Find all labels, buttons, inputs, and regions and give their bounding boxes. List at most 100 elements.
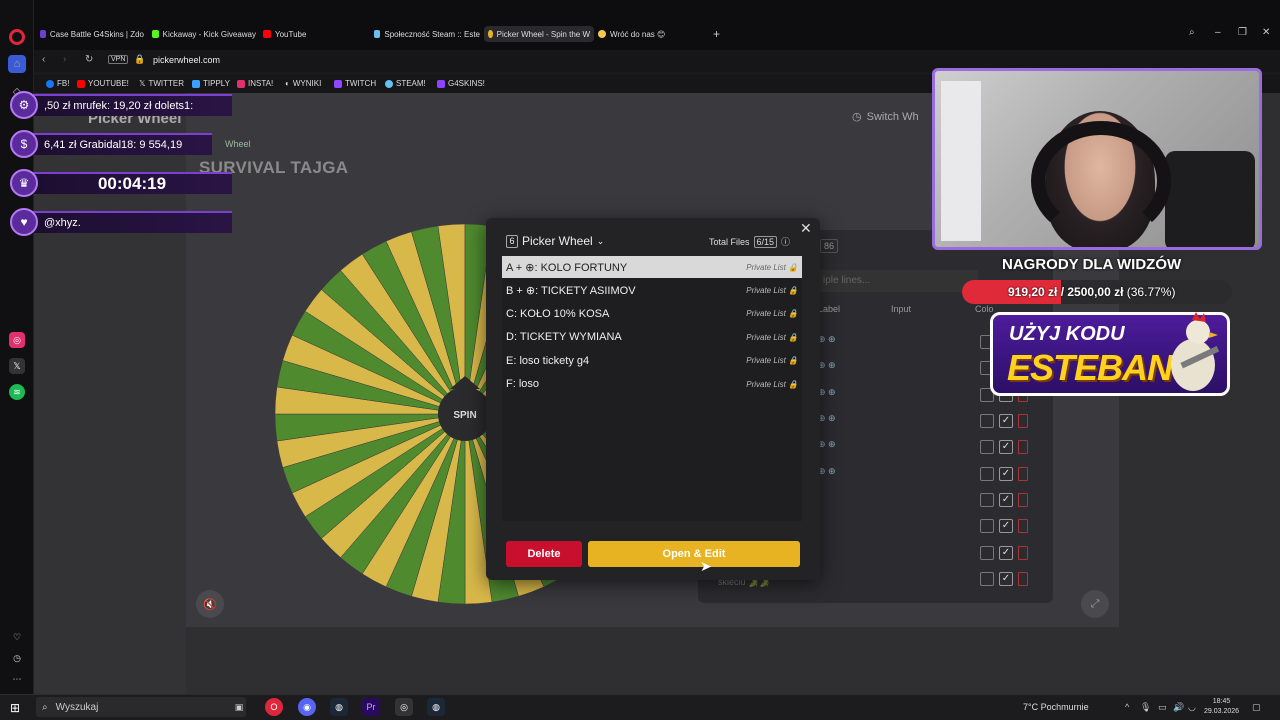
bookmark-insta[interactable]: INSTA! (237, 79, 273, 88)
duplicate-icon[interactable] (980, 519, 994, 533)
switch-wheel-button[interactable]: ◷ Switch Wh (852, 110, 919, 124)
wheel-type-selector[interactable]: 6 Picker Wheel ⌄ (506, 234, 604, 248)
file-list-item[interactable]: A + ⊕: KOLO FORTUNY Private List 🔒 (502, 256, 802, 278)
lock-icon[interactable]: 🔒 (134, 54, 145, 65)
home-icon[interactable]: ⌂ (8, 55, 26, 73)
taskbar-clock[interactable]: 18:45 29.03.2026 (1204, 697, 1239, 717)
microphone-icon[interactable]: 🎙 (1140, 702, 1151, 713)
steam-app-icon[interactable]: ◍ (330, 698, 348, 716)
entry-weight-icon[interactable]: ⊕ ⊕ (818, 439, 836, 450)
trash-icon[interactable] (1018, 572, 1028, 586)
delete-button[interactable]: Delete (506, 541, 582, 567)
bookmark-label: G4SKINS! (448, 79, 485, 88)
wifi-icon[interactable]: ◡ (1188, 702, 1196, 713)
entry-weight-icon[interactable]: ⊕ ⊕ (818, 360, 836, 371)
heart-outline-icon[interactable]: ♡ (9, 629, 25, 645)
new-tab-plus-icon[interactable]: + (713, 27, 720, 41)
tab-picker-wheel[interactable]: Picker Wheel - Spin the W (484, 26, 594, 42)
checkbox-icon[interactable]: ✓ (999, 546, 1013, 560)
tray-chevron-icon[interactable]: ^ (1125, 702, 1129, 712)
entry-weight-icon[interactable]: ⊕ ⊕ (818, 413, 836, 424)
col-color-header: Colo (975, 304, 994, 314)
tab-steam[interactable]: Społeczność Steam :: Este (374, 26, 480, 42)
paste-lines-input[interactable]: iple lines... (818, 270, 978, 292)
bookmark-wyniki[interactable]: ◐ WYNIKI (285, 79, 321, 88)
entry-weight-icon[interactable]: ⊕ ⊕ (818, 387, 836, 398)
tab-wroc-do-nas[interactable]: Wróć do nas 😊 (598, 26, 698, 42)
tab-case-battle[interactable]: Case Battle G4Skins | Zdo (40, 26, 144, 42)
duplicate-icon[interactable] (980, 546, 994, 560)
bookmark-twitter[interactable]: 𝕏 TWITTER (139, 79, 184, 88)
vpn-badge[interactable]: VPN (108, 55, 129, 64)
entry-weight-icon[interactable]: ⊕ ⊕ (818, 334, 836, 345)
history-icon[interactable]: ◷ (9, 650, 25, 666)
opera-logo-icon[interactable] (9, 29, 25, 45)
premiere-app-icon[interactable]: Pr (362, 698, 380, 716)
file-list-item[interactable]: B + ⊕: TICKETY ASIIMOV Private List 🔒 (502, 279, 802, 301)
file-list-item[interactable]: C: KOŁO 10% KOSA Private List 🔒 (502, 303, 802, 325)
sound-toggle-icon[interactable]: 🔇 (196, 590, 224, 618)
stream-timer: 00:04:19 (32, 172, 232, 194)
spotify-icon[interactable]: ≋ (9, 384, 25, 400)
weather-widget[interactable]: 7°C Pochmurnie (1023, 702, 1089, 712)
file-list-item[interactable]: F: loso Private List 🔒 (502, 373, 802, 395)
duplicate-icon[interactable] (980, 440, 994, 454)
forward-icon[interactable]: › (63, 54, 66, 65)
more-icon[interactable]: ⋯ (9, 671, 25, 687)
trash-icon[interactable] (1018, 467, 1028, 481)
info-icon[interactable]: ⓘ (781, 235, 790, 248)
checkbox-icon[interactable]: ✓ (999, 572, 1013, 586)
bookmark-twitch[interactable]: TWITCH (334, 79, 376, 88)
checkbox-icon[interactable]: ✓ (999, 493, 1013, 507)
checkbox-icon[interactable]: ✓ (999, 467, 1013, 481)
obs-app-icon[interactable]: ◎ (395, 698, 413, 716)
checkbox-icon[interactable]: ✓ (999, 414, 1013, 428)
tab-youtube[interactable]: YouTube (263, 26, 323, 42)
latest-follower: @xhyz. (32, 211, 232, 233)
open-edit-button[interactable]: Open & Edit (588, 541, 800, 567)
modal-close-icon[interactable]: ✕ (800, 220, 812, 237)
trash-icon[interactable] (1018, 546, 1028, 560)
fullscreen-icon[interactable]: ⤢ (1081, 590, 1109, 618)
duplicate-icon[interactable] (980, 414, 994, 428)
tab-kickaway[interactable]: Kickaway - Kick Giveaway (152, 26, 256, 42)
entry-weight-icon[interactable]: ⊕ ⊕ (818, 466, 836, 477)
minimize-icon[interactable]: – (1215, 27, 1221, 38)
back-icon[interactable]: ‹ (42, 54, 45, 65)
reload-icon[interactable]: ↻ (85, 54, 93, 65)
bookmark-youtube[interactable]: YOUTUBE! (77, 79, 129, 88)
file-list-item[interactable]: E: loso tickety g4 Private List 🔒 (502, 350, 802, 372)
search-tabs-icon[interactable]: ⌕ (1189, 27, 1195, 38)
trash-icon[interactable] (1018, 493, 1028, 507)
trash-icon[interactable] (1018, 440, 1028, 454)
file-list-item[interactable]: D: TICKETY WYMIANA Private List 🔒 (502, 326, 802, 348)
steam-app-icon-2[interactable]: ◍ (427, 698, 445, 716)
taskbar-search[interactable]: ⌕ Wyszukaj (36, 697, 246, 717)
file-name: C: KOŁO 10% KOSA (506, 307, 610, 320)
trash-icon[interactable] (1018, 519, 1028, 533)
opera-app-icon[interactable]: O (265, 698, 283, 716)
windows-start-icon[interactable]: ⊞ (10, 701, 20, 715)
discord-app-icon[interactable]: ◉ (298, 698, 316, 716)
bookmark-fb[interactable]: FB! (46, 79, 69, 88)
entries-count: 86 (820, 239, 839, 253)
notification-icon[interactable]: ▢ (1252, 702, 1261, 713)
url-field[interactable]: pickerwheel.com (153, 55, 220, 65)
duplicate-icon[interactable] (980, 572, 994, 586)
instagram-icon[interactable]: ◎ (9, 332, 25, 348)
duplicate-icon[interactable] (980, 467, 994, 481)
checkbox-icon[interactable]: ✓ (999, 519, 1013, 533)
restore-icon[interactable]: ❐ (1238, 27, 1247, 38)
bookmark-steam[interactable]: STEAM! (385, 79, 426, 88)
bookmark-g4skins[interactable]: G4SKINS! (437, 79, 485, 88)
trash-icon[interactable] (1018, 414, 1028, 428)
volume-icon[interactable]: 🔊 (1173, 702, 1184, 713)
task-view-icon[interactable]: ▣ (230, 698, 248, 716)
network-icon[interactable]: ▭ (1158, 702, 1167, 713)
close-window-icon[interactable]: ✕ (1262, 27, 1270, 38)
x-twitter-icon[interactable]: 𝕏 (9, 358, 25, 374)
checkbox-icon[interactable]: ✓ (999, 440, 1013, 454)
duplicate-icon[interactable] (980, 493, 994, 507)
bookmark-tipply[interactable]: TIPPLY (192, 79, 230, 88)
wheel-type-number: 6 (506, 234, 518, 248)
